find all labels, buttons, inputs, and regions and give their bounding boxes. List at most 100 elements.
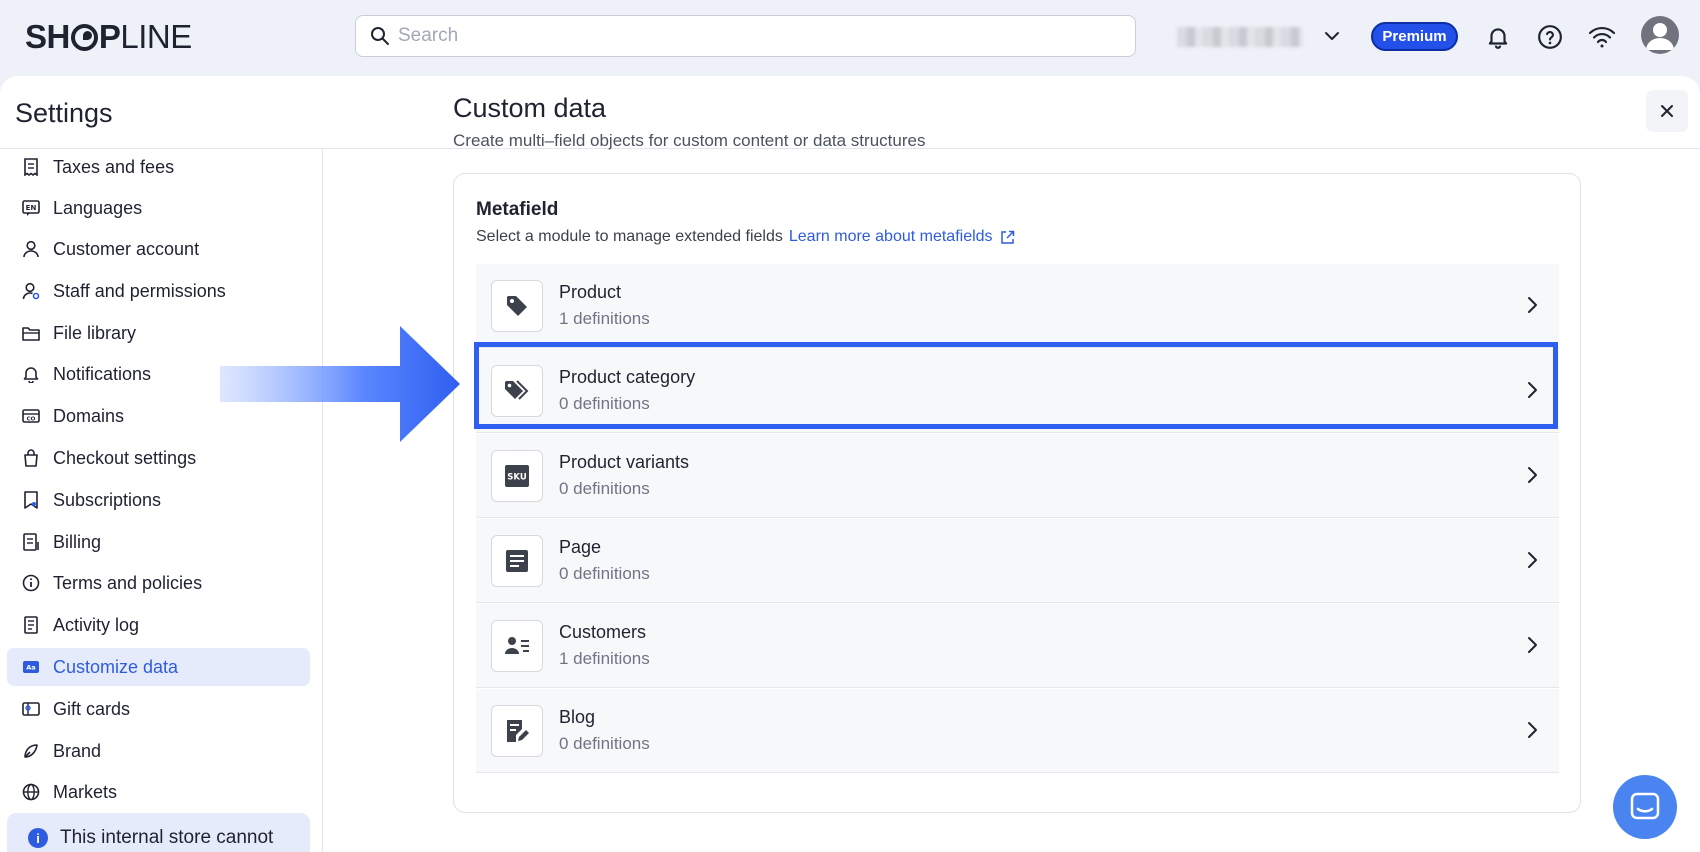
sidebar-item-label: Terms and policies [53, 572, 203, 593]
top-bar: SH PLINE Premium [0, 0, 1700, 76]
module-row-product-variants[interactable]: SKU Product variants 0 definitions [476, 434, 1559, 518]
search-bar[interactable] [355, 15, 1136, 57]
notice-text: This internal store cannot [60, 827, 274, 848]
svg-text:CO: CO [27, 417, 36, 423]
module-row-product-category[interactable]: Product category 0 definitions [476, 349, 1559, 433]
settings-title: Settings [15, 98, 113, 128]
wifi-icon[interactable] [1587, 22, 1617, 52]
internal-store-notice: i This internal store cannot [7, 813, 310, 852]
page-title: Custom data [453, 93, 607, 123]
bag-icon [20, 447, 42, 469]
custom-data-icon: Aa [20, 656, 42, 678]
language-icon: EN [20, 197, 42, 219]
tag-icon [491, 279, 543, 332]
module-name: Blog [559, 707, 596, 727]
module-row-blog[interactable]: Blog 0 definitions [476, 689, 1559, 773]
sidebar-item-label: Staff and permissions [53, 280, 226, 301]
gift-card-icon [20, 698, 42, 720]
sidebar-item-label: Customize data [53, 656, 179, 677]
tags-icon [491, 364, 543, 417]
sidebar-item-brand[interactable]: Brand [7, 732, 310, 770]
globe-icon [20, 781, 42, 803]
module-name: Product variants [559, 452, 690, 472]
sidebar-item-label: Domains [53, 405, 125, 426]
module-row-page[interactable]: Page 0 definitions [476, 519, 1559, 603]
store-name-blurred[interactable] [1177, 27, 1303, 47]
search-icon [371, 27, 389, 45]
page-subtitle: Create multi–field objects for custom co… [453, 131, 926, 150]
subscription-icon [20, 489, 42, 511]
sidebar-item-activity-log[interactable]: Activity log [7, 606, 310, 644]
close-button[interactable] [1646, 90, 1688, 132]
chevron-right-icon [1528, 297, 1537, 313]
module-definitions: 1 definitions [559, 649, 650, 668]
chevron-down-icon[interactable] [1320, 24, 1344, 48]
sidebar-item-label: Activity log [53, 614, 140, 635]
billing-icon [20, 531, 42, 553]
logo-text-1: SH [25, 18, 70, 55]
sidebar-item-customer-account[interactable]: Customer account [7, 230, 310, 268]
sidebar-item-label: Customer account [53, 238, 200, 259]
chevron-right-icon [1528, 552, 1537, 568]
info-icon [20, 572, 42, 594]
card-title: Metafield [476, 199, 559, 220]
pointer-arrow [220, 326, 460, 442]
person-icon [20, 238, 42, 260]
module-definitions: 0 definitions [559, 394, 650, 413]
sidebar-divider [322, 149, 323, 852]
svg-text:Aa: Aa [26, 664, 35, 672]
chat-icon [1630, 792, 1660, 820]
sku-icon-text: SKU [507, 472, 527, 482]
module-row-customers[interactable]: Customers 1 definitions [476, 604, 1559, 688]
module-definitions: 1 definitions [559, 309, 650, 328]
sidebar-item-terms[interactable]: Terms and policies [7, 564, 310, 602]
domain-icon: CO [20, 405, 42, 427]
card-description-text: Select a module to manage extended field… [476, 228, 783, 245]
chevron-right-icon [1528, 467, 1537, 483]
sidebar-item-label: Gift cards [53, 698, 131, 719]
sidebar-item-taxes[interactable]: Taxes and fees [7, 149, 310, 186]
sidebar-item-label: Subscriptions [53, 489, 162, 510]
sidebar-item-label: File library [53, 322, 137, 343]
bell-icon[interactable] [1483, 22, 1513, 52]
help-icon[interactable] [1535, 22, 1565, 52]
sidebar-item-languages[interactable]: EN Languages [7, 189, 310, 227]
module-definitions: 0 definitions [559, 564, 650, 583]
sidebar-item-label: Billing [53, 531, 102, 552]
module-name: Customers [559, 622, 647, 642]
sidebar-item-checkout[interactable]: Checkout settings [7, 439, 310, 477]
logo-mark [70, 23, 98, 51]
sidebar-item-markets[interactable]: Markets [7, 773, 310, 811]
learn-more-link[interactable]: Learn more about metafields [789, 228, 1015, 246]
sidebar-item-gift-cards[interactable]: Gift cards [7, 690, 310, 728]
sku-icon: SKU [491, 449, 543, 502]
external-link-icon [1000, 230, 1014, 244]
sidebar-item-staff[interactable]: Staff and permissions [7, 272, 310, 310]
bell-icon [20, 363, 42, 385]
module-definitions: 0 definitions [559, 734, 650, 753]
premium-badge[interactable]: Premium [1371, 22, 1458, 51]
search-input[interactable] [398, 25, 1098, 47]
logo-text-2: P [98, 18, 121, 55]
staff-icon [20, 280, 42, 302]
module-definitions: 0 definitions [559, 479, 650, 498]
metafield-card: Metafield Select a module to manage exte… [453, 173, 1581, 813]
sidebar-item-subscriptions[interactable]: Subscriptions [7, 481, 310, 519]
sidebar-item-label: Languages [53, 197, 143, 218]
blog-edit-icon [491, 704, 543, 757]
module-name: Page [559, 537, 602, 557]
card-description: Select a module to manage extended field… [476, 228, 1015, 246]
module-row-product[interactable]: Product 1 definitions [476, 264, 1559, 348]
log-icon [20, 614, 42, 636]
avatar[interactable] [1641, 16, 1679, 54]
sidebar-item-billing[interactable]: Billing [7, 523, 310, 561]
shopline-logo[interactable]: SH P LINE [25, 18, 192, 56]
learn-more-link-text: Learn more about metafields [788, 228, 993, 245]
sidebar-item-customize-data[interactable]: Aa Customize data [7, 648, 310, 686]
brand-icon [20, 740, 42, 762]
sidebar-item-label: Checkout settings [53, 447, 197, 468]
page-icon [491, 534, 543, 587]
chat-support-button[interactable] [1613, 775, 1677, 839]
chevron-right-icon [1528, 722, 1537, 738]
sidebar-item-label: Brand [53, 740, 102, 761]
